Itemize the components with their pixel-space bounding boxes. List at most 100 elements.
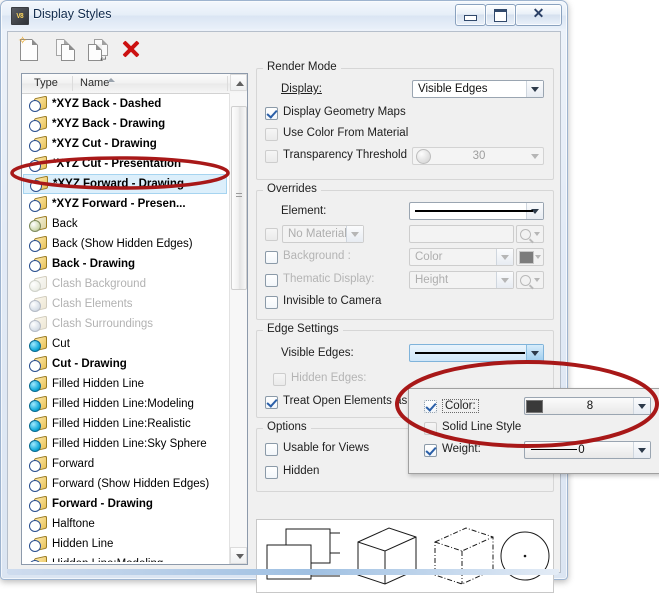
list-item-label: *XYZ Forward - Drawing [53,178,184,190]
transparency-threshold-slider[interactable]: 30 [412,147,544,165]
list-item[interactable]: *XYZ Forward - Drawing [23,174,227,194]
hidden-edges-checkbox[interactable] [273,373,286,386]
visible-edges-line-preview [415,352,525,354]
list-item[interactable]: Filled Hidden Line:Realistic [23,414,229,434]
list-item[interactable]: Filled Hidden Line:Sky Sphere [23,434,229,454]
hidden-label: Hidden [283,465,320,477]
scroll-grip-icon [236,193,242,199]
list-item[interactable]: Back (Show Hidden Edges) [23,234,229,254]
styles-list[interactable]: Type Name *XYZ Back - Dashed *XYZ Back - … [21,73,248,565]
chevron-down-icon [496,249,513,265]
thematic-display-select[interactable]: Height [409,271,514,289]
screenshot-root: V8 Display Styles ✕ ✧ ↵ Type Name *XYZ B… [0,0,659,593]
header-divider-2 [227,76,228,91]
list-item[interactable]: Filled Hidden Line [23,374,229,394]
list-item-label: Forward - Drawing [52,498,153,510]
list-item[interactable]: Filled Hidden Line:Modeling [23,394,229,414]
list-item[interactable]: Cut - Drawing [23,354,229,374]
search-icon [520,228,531,240]
thematic-display-checkbox[interactable] [265,274,278,287]
list-scrollbar[interactable] [229,74,247,564]
popup-color-value: 8 [586,400,594,412]
close-button[interactable]: ✕ [515,4,562,26]
slider-knob[interactable] [416,148,431,164]
column-header-name[interactable]: Name [80,77,109,89]
chevron-down-icon [534,232,540,236]
list-item[interactable]: Hidden Line:Modeling [23,554,229,562]
list-item[interactable]: Halftone [23,514,229,534]
thematic-display-label: Thematic Display: [283,273,375,285]
background-color-button[interactable] [516,248,544,266]
sort-ascending-icon [107,78,115,82]
material-search-button[interactable] [516,225,544,243]
list-item[interactable]: *XYZ Back - Drawing [23,114,229,134]
column-header-type[interactable]: Type [34,77,58,89]
list-item[interactable]: Back [23,214,229,234]
background-select[interactable]: Color [409,248,514,266]
list-item-label: Back (Show Hidden Edges) [52,238,193,250]
thematic-search-button[interactable] [516,271,544,289]
material-select[interactable]: No Material [282,225,364,243]
preview-shapes [266,527,550,585]
display-styles-window: V8 Display Styles ✕ ✧ ↵ Type Name *XYZ B… [0,0,659,593]
list-item[interactable]: Clash Elements [23,294,229,314]
popup-weight-checkbox[interactable] [424,444,437,457]
display-select[interactable]: Visible Edges [412,80,544,98]
popup-color-select[interactable]: 8 [524,397,651,415]
preview-cube-solid [357,527,417,585]
list-item[interactable]: *XYZ Forward - Presen... [23,194,229,214]
usable-for-views-checkbox[interactable] [265,443,278,456]
edge-settings-title: Edge Settings [263,323,343,335]
list-item[interactable]: Back - Drawing [23,254,229,274]
invisible-to-camera-checkbox[interactable] [265,296,278,309]
list-rows: *XYZ Back - Dashed *XYZ Back - Drawing *XY… [23,94,229,562]
background-checkbox[interactable] [265,251,278,264]
title-bar[interactable]: V8 Display Styles ✕ [2,2,566,29]
sparkle-icon: ✧ [18,35,28,47]
hidden-checkbox[interactable] [265,466,278,479]
new-style-button[interactable]: ✧ [18,35,46,65]
list-item[interactable]: *XYZ Cut - Presentation [23,154,229,174]
edge-override-popup: Color: 8 Solid Line Style Weight: 0 [408,388,659,474]
display-label: Display: [281,83,322,95]
list-item[interactable]: Forward [23,454,229,474]
list-item[interactable]: Forward - Drawing [23,494,229,514]
style-icon [30,175,48,192]
render-mode-title: Render Mode [263,61,341,73]
transparency-threshold-value: 30 [472,150,486,162]
transparency-threshold-checkbox[interactable] [265,150,278,163]
list-item[interactable]: Cut [23,334,229,354]
use-color-from-material-checkbox[interactable] [265,128,278,141]
display-geometry-maps-label: Display Geometry Maps [283,106,406,118]
list-item[interactable]: Forward (Show Hidden Edges) [23,474,229,494]
popup-solid-line-style-checkbox[interactable] [424,422,437,435]
background-color-swatch [519,250,534,264]
material-field[interactable] [409,225,514,243]
list-item[interactable]: Hidden Line [23,534,229,554]
scroll-down-button[interactable] [230,547,247,564]
display-select-value: Visible Edges [418,83,488,95]
list-item[interactable]: Clash Surroundings [23,314,229,334]
delete-style-button[interactable] [120,38,146,64]
style-icon [29,115,47,132]
copy-style-button[interactable] [56,39,82,65]
scroll-thumb[interactable] [231,106,247,290]
scroll-up-button[interactable] [230,74,247,91]
list-item[interactable]: *XYZ Cut - Drawing [23,134,229,154]
treat-open-elements-checkbox[interactable] [265,396,278,409]
minimize-button[interactable] [455,4,486,26]
list-item[interactable]: *XYZ Back - Dashed [23,94,229,114]
material-checkbox[interactable] [265,228,278,241]
rename-style-button[interactable]: ↵ [88,39,114,65]
list-header: Type Name [22,74,247,94]
popup-color-checkbox[interactable] [424,400,437,413]
list-item[interactable]: Clash Background [23,274,229,294]
maximize-button[interactable] [485,4,516,26]
popup-weight-select[interactable]: 0 [524,441,651,459]
list-item-label: *XYZ Cut - Drawing [52,138,157,150]
overrides-group: Overrides Element: No Material Backgroun… [256,183,554,320]
style-icon [29,255,47,272]
display-geometry-maps-checkbox[interactable] [265,107,278,120]
list-item-label: *XYZ Back - Dashed [52,98,162,110]
style-icon [29,195,47,212]
